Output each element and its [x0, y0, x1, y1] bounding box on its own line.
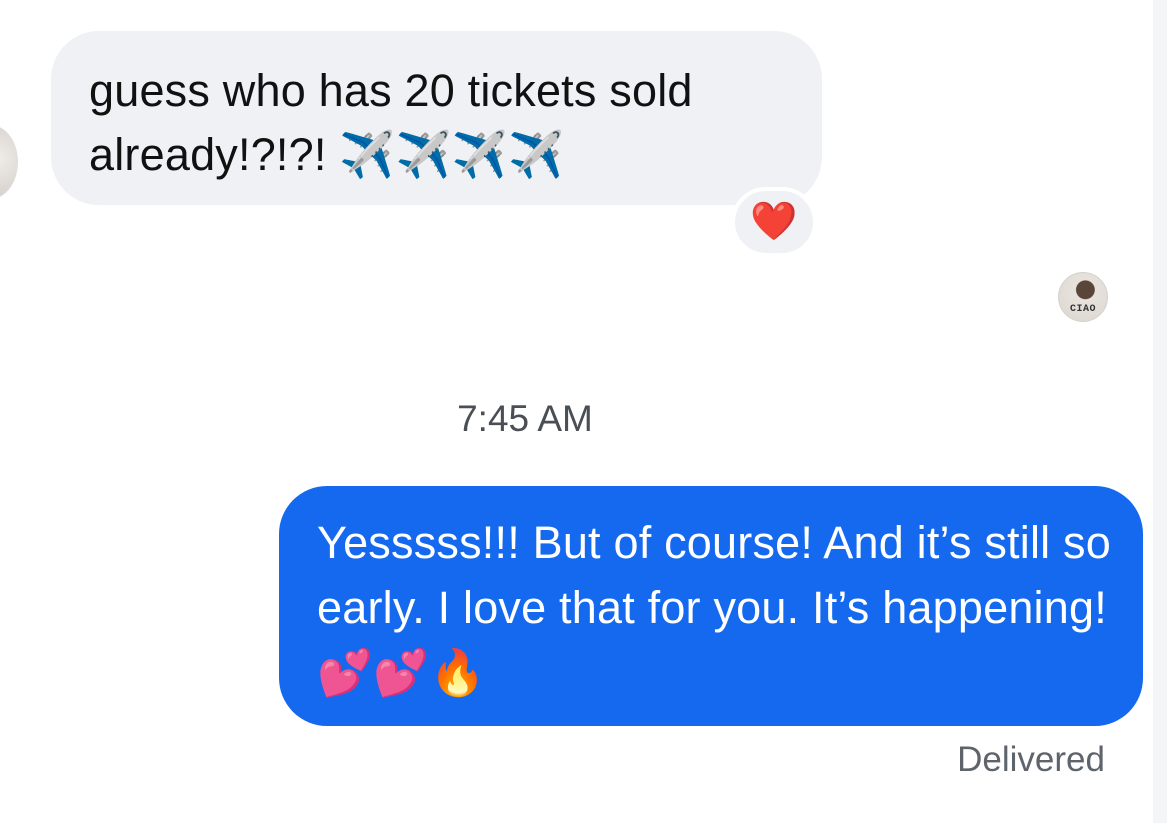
incoming-message-bubble[interactable]: guess who has 20 tickets sold already!?!…: [51, 31, 822, 205]
sender-avatar[interactable]: [0, 125, 18, 199]
outgoing-message-text: Yesssss!!! But of course! And it’s still…: [317, 517, 1111, 698]
avatar-caption: CIAO: [1069, 304, 1096, 315]
heart-reaction-icon[interactable]: ❤️: [731, 187, 817, 257]
read-receipt-avatar[interactable]: CIAO: [1058, 272, 1108, 322]
message-thread: guess who has 20 tickets sold already!?!…: [0, 0, 1167, 823]
incoming-message-text: guess who has 20 tickets sold already!?!…: [89, 65, 693, 180]
message-timestamp: 7:45 AM: [457, 398, 593, 439]
scroll-edge: [1153, 0, 1167, 823]
delivery-status: Delivered: [957, 740, 1105, 779]
outgoing-message-bubble[interactable]: Yesssss!!! But of course! And it’s still…: [279, 486, 1143, 726]
